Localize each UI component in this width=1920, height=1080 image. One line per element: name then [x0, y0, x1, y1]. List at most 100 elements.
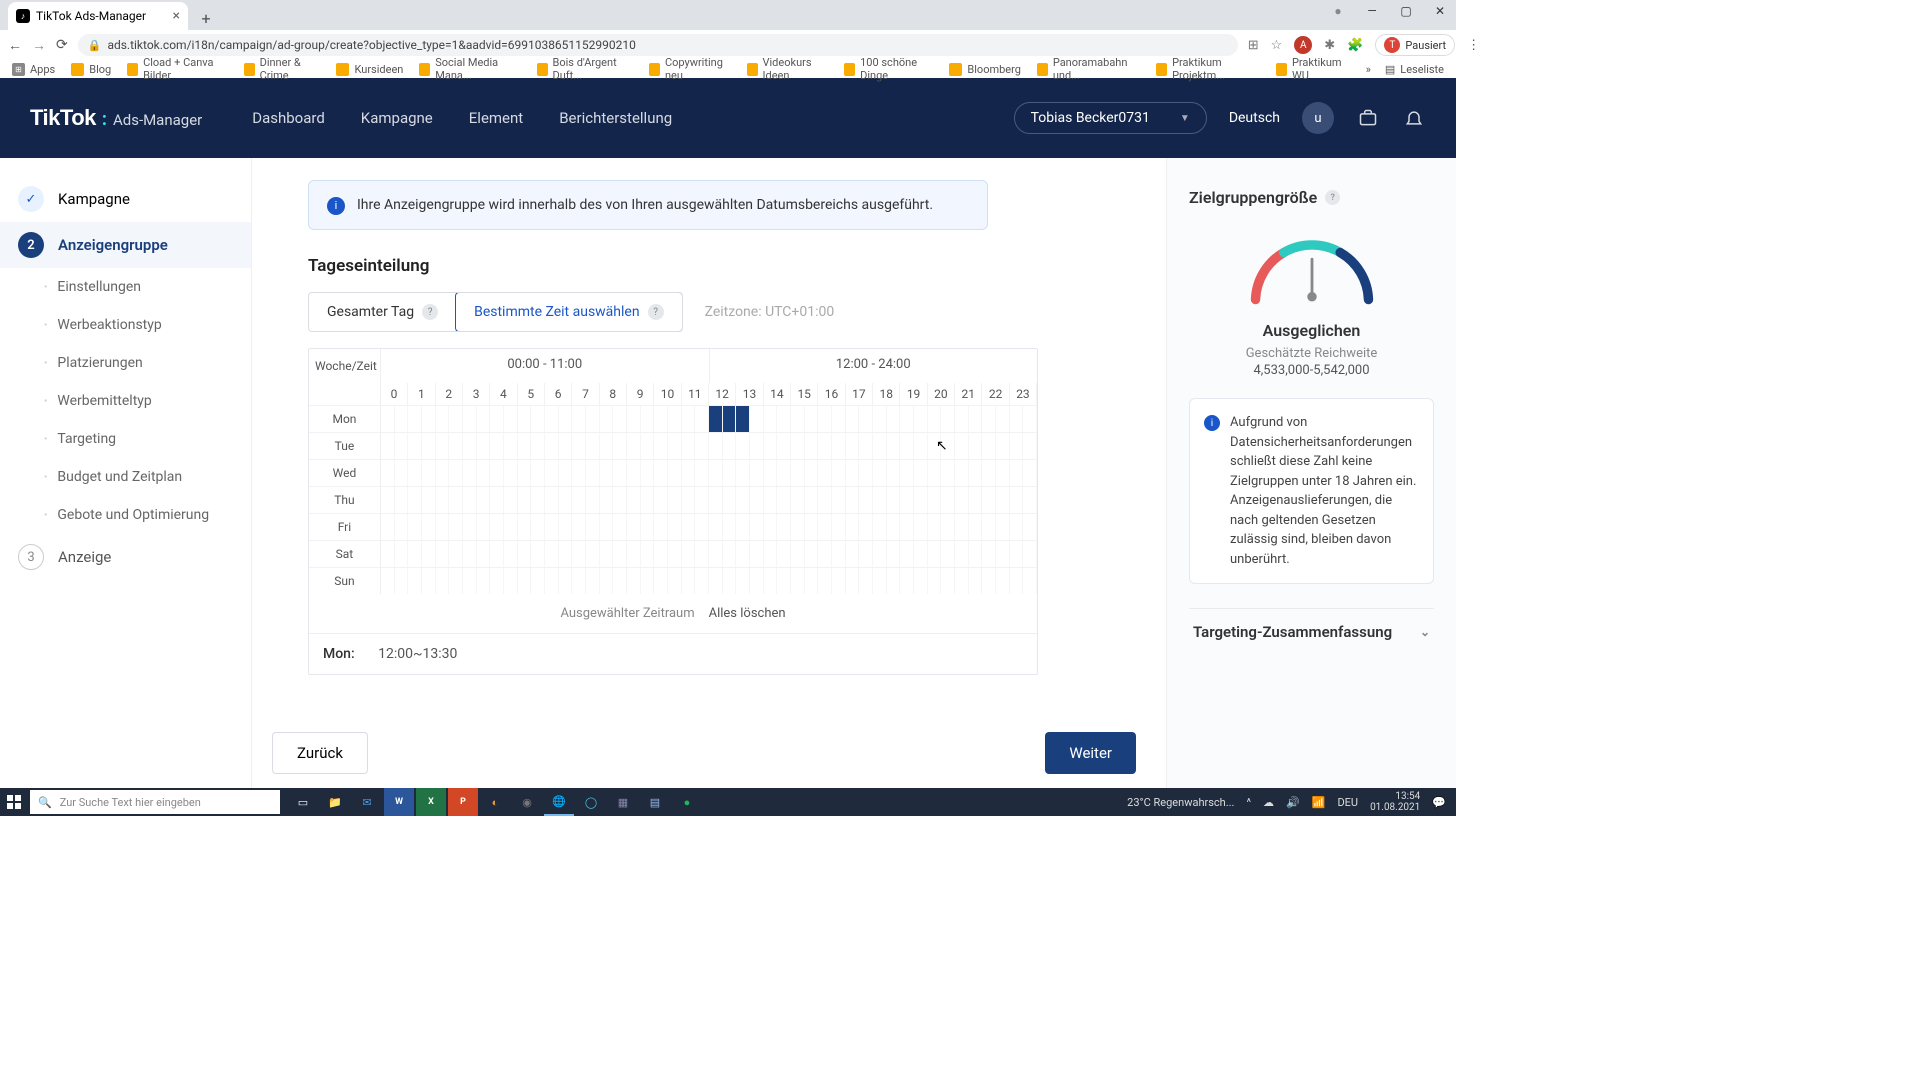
schedule-cell[interactable] [695, 460, 709, 486]
schedule-cell[interactable] [900, 460, 914, 486]
bookmark-item[interactable]: 100 schöne Dinge [844, 56, 933, 82]
schedule-cell[interactable] [996, 514, 1010, 540]
sidebar-subitem[interactable]: Targeting [44, 420, 251, 458]
schedule-cell[interactable] [531, 568, 545, 594]
schedule-cell[interactable] [873, 541, 887, 567]
bookmark-item[interactable]: Dinner & Crime [244, 56, 321, 82]
bookmark-item[interactable]: Social Media Mana... [419, 56, 520, 82]
schedule-cell[interactable] [531, 514, 545, 540]
schedule-cell[interactable] [1023, 541, 1037, 567]
schedule-cell[interactable] [682, 514, 696, 540]
schedule-cell[interactable] [518, 541, 532, 567]
schedule-cell[interactable] [449, 406, 463, 432]
bookmark-star-icon[interactable]: ☆ [1271, 38, 1283, 53]
schedule-cell[interactable] [586, 406, 600, 432]
schedule-cell[interactable] [1010, 460, 1024, 486]
schedule-cell[interactable] [764, 460, 778, 486]
onedrive-icon[interactable]: ☁ [1263, 796, 1274, 809]
schedule-cell[interactable] [955, 460, 969, 486]
schedule-cell[interactable] [805, 568, 819, 594]
schedule-cell[interactable] [463, 514, 477, 540]
schedule-cell[interactable] [463, 541, 477, 567]
schedule-cell[interactable] [736, 568, 750, 594]
bookmarks-overflow-icon[interactable]: » [1366, 63, 1371, 76]
schedule-cell[interactable] [764, 487, 778, 513]
schedule-cell[interactable] [695, 514, 709, 540]
schedule-cell[interactable] [559, 487, 573, 513]
schedule-cell[interactable] [627, 514, 641, 540]
bookmark-item[interactable]: Panoramabahn und... [1037, 56, 1140, 82]
schedule-cell[interactable] [545, 514, 559, 540]
schedule-cell[interactable] [955, 541, 969, 567]
schedule-cell[interactable] [381, 487, 395, 513]
schedule-cell[interactable] [914, 514, 928, 540]
schedule-cell[interactable] [969, 460, 983, 486]
schedule-cell[interactable] [422, 568, 436, 594]
schedule-cell[interactable] [641, 460, 655, 486]
schedule-cell[interactable] [449, 487, 463, 513]
schedule-cell[interactable] [928, 568, 942, 594]
nav-item[interactable]: Dashboard [252, 109, 325, 127]
schedule-cell[interactable] [449, 514, 463, 540]
schedule-cell[interactable] [682, 433, 696, 459]
schedule-cell[interactable] [941, 487, 955, 513]
schedule-cell[interactable] [531, 460, 545, 486]
excel-icon[interactable]: X [416, 788, 446, 816]
spotify-icon[interactable]: ● [672, 788, 702, 816]
schedule-cell[interactable] [504, 406, 518, 432]
bookmark-item[interactable]: ⊞Apps [12, 56, 55, 82]
schedule-cell[interactable] [750, 487, 764, 513]
profile-paused-pill[interactable]: T Pausiert [1375, 34, 1455, 56]
schedule-cell[interactable] [832, 406, 846, 432]
schedule-cell[interactable] [613, 406, 627, 432]
schedule-cell[interactable] [941, 514, 955, 540]
schedule-cell[interactable] [422, 460, 436, 486]
schedule-cell[interactable] [982, 460, 996, 486]
schedule-cell[interactable] [682, 460, 696, 486]
schedule-cell[interactable] [969, 406, 983, 432]
schedule-cell[interactable] [1010, 568, 1024, 594]
schedule-cell[interactable] [668, 433, 682, 459]
app-icon[interactable]: ▦ [608, 788, 638, 816]
schedule-cell[interactable] [805, 433, 819, 459]
schedule-cell[interactable] [695, 487, 709, 513]
schedule-cell[interactable] [463, 460, 477, 486]
schedule-cell[interactable] [709, 406, 723, 432]
schedule-cell[interactable] [518, 406, 532, 432]
schedule-cell[interactable] [887, 541, 901, 567]
schedule-cell[interactable] [791, 514, 805, 540]
schedule-cell[interactable] [900, 568, 914, 594]
schedule-cell[interactable] [777, 460, 791, 486]
schedule-cell[interactable] [408, 487, 422, 513]
schedule-cell[interactable] [559, 514, 573, 540]
schedule-cell[interactable] [887, 460, 901, 486]
schedule-cell[interactable] [436, 514, 450, 540]
bookmark-item[interactable]: Blog [71, 56, 111, 82]
schedule-cell[interactable] [477, 460, 491, 486]
schedule-cell[interactable] [395, 460, 409, 486]
schedule-cell[interactable] [873, 406, 887, 432]
schedule-cell[interactable] [750, 433, 764, 459]
schedule-cell[interactable] [518, 514, 532, 540]
schedule-cell[interactable] [682, 406, 696, 432]
schedule-cell[interactable] [764, 541, 778, 567]
schedule-cell[interactable] [764, 433, 778, 459]
bookmark-item[interactable]: Bois d'Argent Duft... [537, 56, 633, 82]
help-icon[interactable]: ? [1325, 190, 1340, 205]
schedule-cell[interactable] [641, 433, 655, 459]
schedule-cell[interactable] [408, 568, 422, 594]
schedule-cell[interactable] [627, 433, 641, 459]
schedule-cell[interactable] [969, 514, 983, 540]
schedule-cell[interactable] [408, 514, 422, 540]
schedule-cell[interactable] [668, 487, 682, 513]
schedule-cell[interactable] [695, 406, 709, 432]
schedule-cell[interactable] [600, 460, 614, 486]
schedule-cell[interactable] [846, 433, 860, 459]
schedule-cell[interactable] [777, 568, 791, 594]
schedule-cell[interactable] [941, 460, 955, 486]
schedule-cell[interactable] [381, 460, 395, 486]
schedule-cell[interactable] [504, 541, 518, 567]
schedule-cell[interactable] [654, 568, 668, 594]
schedule-cell[interactable] [832, 514, 846, 540]
schedule-cell[interactable] [572, 514, 586, 540]
